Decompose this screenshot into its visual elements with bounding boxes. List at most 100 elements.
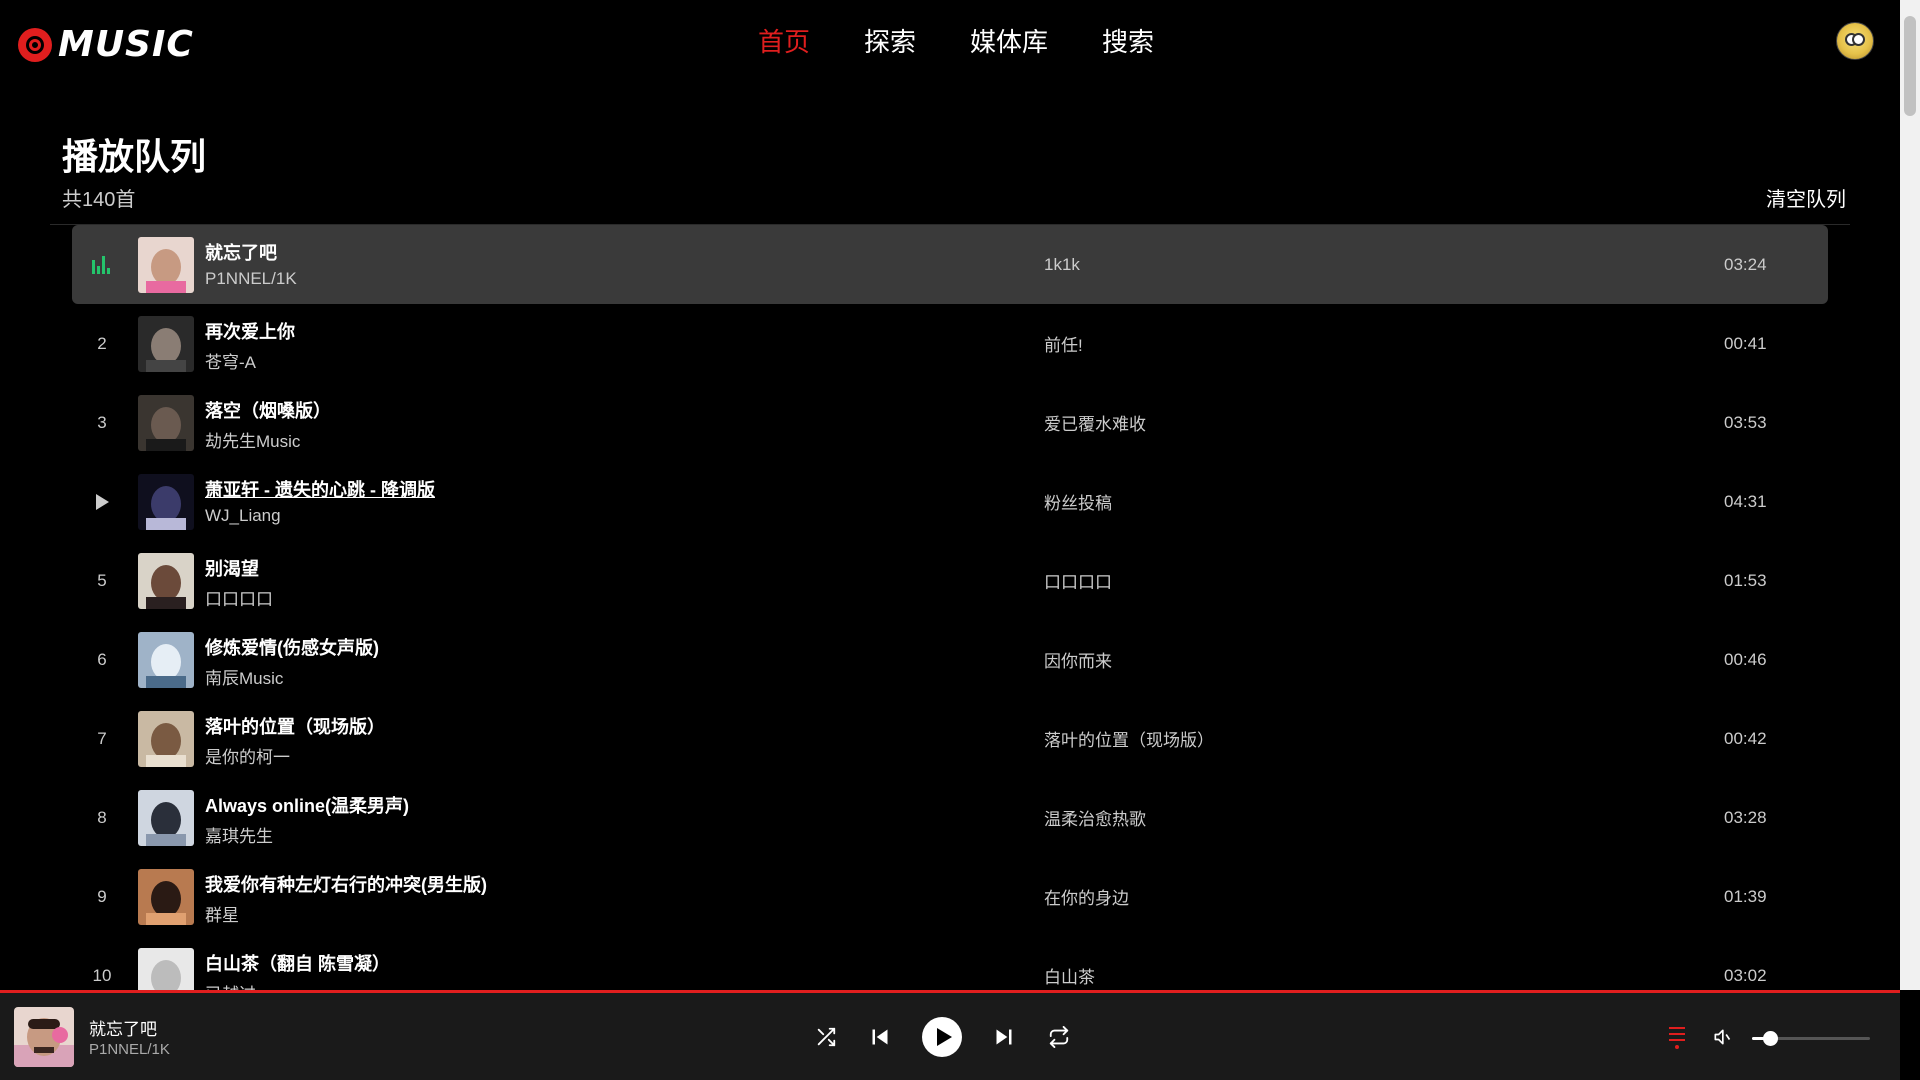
song-album[interactable]: 爱已覆水难收 (1044, 383, 1146, 462)
previous-icon[interactable] (868, 993, 892, 1080)
app-logo[interactable]: MUSIC (18, 24, 194, 65)
song-album[interactable]: 粉丝投稿 (1044, 462, 1112, 541)
player-bar: 就忘了吧 P1NNEL/1K (0, 990, 1900, 1080)
scrollbar-thumb[interactable] (1904, 16, 1916, 116)
song-duration: 01:39 (1724, 886, 1767, 906)
row-index: 10 (92, 965, 112, 985)
play-button[interactable] (922, 1017, 962, 1057)
song-album[interactable]: 白山茶 (1044, 936, 1095, 990)
song-title[interactable]: 别渴望 (205, 555, 259, 581)
page-title: 播放队列 (62, 136, 207, 177)
queue-row[interactable]: 8 Always online(温柔男声) 嘉琪先生 温柔治愈热歌 03:28 (72, 778, 1828, 857)
song-duration: 00:41 (1724, 333, 1767, 353)
queue-row[interactable]: 9 我爱你有种左灯右行的冲突(男生版) 群星 在你的身边 01:39 (72, 857, 1828, 936)
now-playing-cover[interactable] (14, 1007, 74, 1067)
play-icon (936, 1028, 952, 1046)
page-scrollbar[interactable] (1900, 0, 1920, 990)
song-album[interactable]: 在你的身边 (1044, 857, 1129, 936)
album-cover[interactable] (138, 316, 194, 372)
song-title[interactable]: 再次爱上你 (205, 318, 295, 344)
song-artist[interactable]: 已越过 (205, 980, 256, 990)
queue-row[interactable]: 萧亚轩 - 遗失的心跳 - 降调版 WJ_Liang 粉丝投稿 04:31 (72, 462, 1828, 541)
song-title[interactable]: 修炼爱情(伤感女声版) (205, 634, 379, 660)
album-cover[interactable] (138, 237, 194, 293)
next-icon[interactable] (992, 993, 1016, 1080)
song-title[interactable]: Always online(温柔男声) (205, 792, 409, 818)
song-album[interactable]: 口口口口 (1044, 541, 1112, 620)
song-title[interactable]: 我爱你有种左灯右行的冲突(男生版) (205, 871, 487, 897)
album-cover[interactable] (138, 553, 194, 609)
song-artist[interactable]: 嘉琪先生 (205, 822, 273, 847)
song-duration: 04:31 (1724, 491, 1767, 511)
album-cover[interactable] (138, 711, 194, 767)
song-album[interactable]: 落叶的位置（现场版） (1044, 699, 1214, 778)
song-title[interactable]: 萧亚轩 - 遗失的心跳 - 降调版 (205, 476, 435, 502)
queue-row[interactable]: 7 落叶的位置（现场版） 是你的柯一 落叶的位置（现场版） 00:42 (72, 699, 1828, 778)
now-playing-artist[interactable]: P1NNEL/1K (89, 1041, 170, 1058)
song-artist[interactable]: 口口口口 (205, 585, 273, 610)
queue-row[interactable]: 6 修炼爱情(伤感女声版) 南辰Music 因你而来 00:46 (72, 620, 1828, 699)
song-duration: 00:46 (1724, 649, 1767, 669)
album-cover[interactable] (138, 948, 194, 990)
song-duration: 03:24 (1724, 254, 1767, 274)
row-index: 5 (97, 570, 107, 590)
user-avatar[interactable] (1836, 22, 1874, 60)
song-title[interactable]: 就忘了吧 (205, 239, 277, 265)
music-app: MUSIC 首页 探索 媒体库 搜索 播放队列 共140首 清空队列 就忘了吧 P… (0, 0, 1920, 1080)
song-duration: 00:42 (1724, 728, 1767, 748)
song-album[interactable]: 1k1k (1044, 225, 1080, 304)
queue-row[interactable]: 10 白山茶（翻自 陈雪凝） 已越过 白山茶 03:02 (72, 936, 1828, 990)
now-playing-title[interactable]: 就忘了吧 (89, 1015, 157, 1040)
album-cover[interactable] (138, 869, 194, 925)
queue-list: 就忘了吧 P1NNEL/1K 1k1k 03:24 2 再次爱上你苍穹-A 前任! 00:41… (72, 225, 1828, 990)
volume-icon[interactable] (1710, 993, 1734, 1080)
song-artist[interactable]: 南辰Music (205, 664, 283, 689)
queue-row[interactable]: 3 落空（烟嗓版） 劫先生Music 爱已覆水难收 03:53 (72, 383, 1828, 462)
row-index: 6 (97, 649, 107, 669)
volume-slider[interactable] (1752, 1031, 1870, 1046)
queue-row[interactable]: 2 再次爱上你苍穹-A 前任! 00:41 (72, 304, 1828, 383)
nav-home[interactable]: 首页 (758, 22, 810, 62)
nav-library[interactable]: 媒体库 (970, 22, 1048, 62)
song-duration: 03:53 (1724, 412, 1767, 432)
nav-search[interactable]: 搜索 (1102, 22, 1154, 62)
now-playing-equalizer-icon (72, 225, 132, 304)
song-album[interactable]: 前任! (1044, 304, 1083, 383)
song-duration: 03:02 (1724, 965, 1767, 985)
main-nav: 首页 探索 媒体库 搜索 (758, 22, 1208, 62)
clear-queue-button[interactable]: 清空队列 (1766, 183, 1846, 212)
song-duration: 03:28 (1724, 807, 1767, 827)
album-cover[interactable] (138, 474, 194, 530)
vinyl-logo-icon (18, 27, 52, 62)
song-duration: 01:53 (1724, 570, 1767, 590)
song-artist[interactable]: 群星 (205, 901, 239, 926)
album-cover[interactable] (138, 395, 194, 451)
play-icon[interactable] (72, 462, 132, 541)
row-index: 3 (97, 412, 107, 432)
song-artist[interactable]: P1NNEL/1K (205, 269, 297, 289)
song-artist[interactable]: WJ_Liang (205, 506, 281, 526)
album-cover[interactable] (138, 790, 194, 846)
row-index: 7 (97, 728, 107, 748)
top-navigation-bar: MUSIC 首页 探索 媒体库 搜索 (0, 0, 1900, 84)
song-album[interactable]: 因你而来 (1044, 620, 1112, 699)
song-title[interactable]: 落叶的位置（现场版） (205, 713, 385, 739)
song-title[interactable]: 落空（烟嗓版） (205, 397, 331, 423)
volume-handle[interactable] (1762, 1031, 1778, 1046)
album-cover[interactable] (138, 632, 194, 688)
song-artist[interactable]: 苍穹-A (205, 348, 256, 373)
shuffle-icon[interactable] (814, 993, 838, 1080)
nav-explore[interactable]: 探索 (864, 22, 916, 62)
song-artist[interactable]: 劫先生Music (205, 427, 300, 452)
queue-row[interactable]: 5 别渴望 口口口口 口口口口 01:53 (72, 541, 1828, 620)
song-title[interactable]: 白山茶（翻自 陈雪凝） (205, 950, 390, 976)
logo-text: MUSIC (58, 24, 194, 65)
song-album[interactable]: 温柔治愈热歌 (1044, 778, 1146, 857)
song-artist[interactable]: 是你的柯一 (205, 743, 290, 768)
queue-row[interactable]: 就忘了吧 P1NNEL/1K 1k1k 03:24 (72, 225, 1828, 304)
playlist-icon[interactable] (1665, 993, 1689, 1080)
row-index: 8 (97, 807, 107, 827)
queue-count: 共140首 (62, 189, 136, 211)
repeat-icon[interactable] (1047, 993, 1071, 1080)
row-index: 2 (97, 333, 107, 353)
